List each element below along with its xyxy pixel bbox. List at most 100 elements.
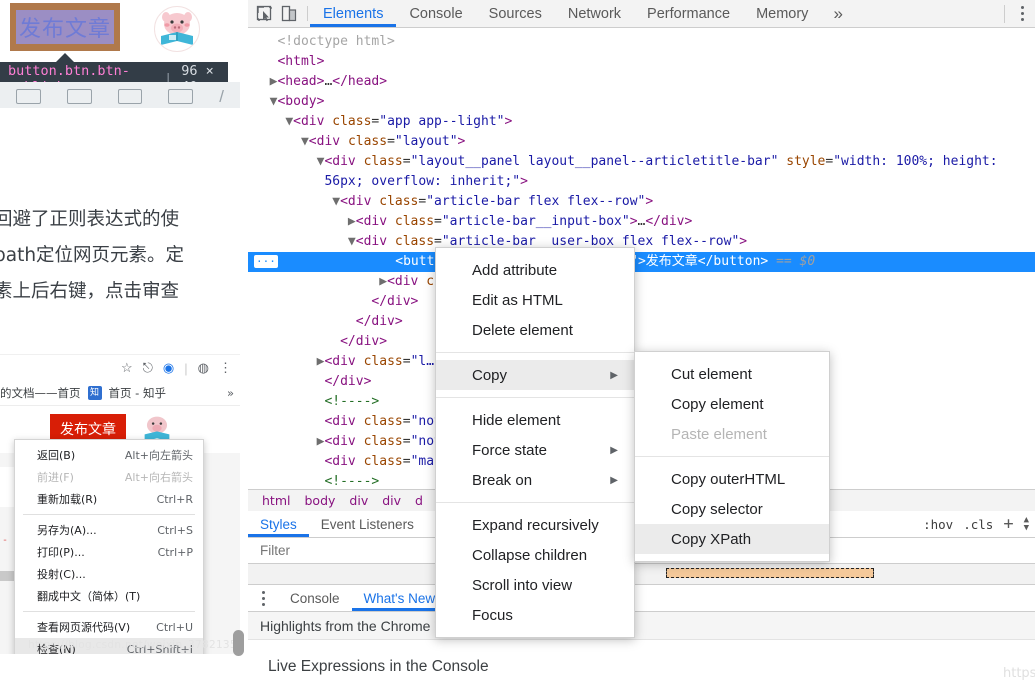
tab-event-listeners[interactable]: Event Listeners [309, 511, 426, 537]
article-line-1: 回避了正则表达式的使 [0, 209, 180, 230]
more-tabs-icon[interactable]: » [821, 0, 854, 27]
menu-item-scroll-into-view[interactable]: Scroll into view [436, 570, 634, 600]
drawer-kebab-menu-icon[interactable] [248, 585, 278, 611]
splitter-drag-handle[interactable] [233, 630, 244, 656]
star-icon[interactable]: ☆ [121, 360, 133, 376]
inspect-element-icon[interactable] [256, 5, 273, 22]
pane-splitter[interactable] [240, 0, 248, 694]
bookmark-item-1[interactable]: 首页 - 知乎 [109, 385, 166, 401]
dom-node[interactable]: ▶<div class="…">…</div> [248, 272, 1035, 292]
devtools-tabbar-right [1000, 0, 1035, 27]
devtools-context-menu[interactable]: Add attribute Edit as HTML Delete element C… [435, 247, 635, 638]
devtools-tab-performance[interactable]: Performance [634, 0, 743, 27]
breadcrumb-item[interactable]: div [382, 493, 401, 508]
dom-node[interactable]: ▼<div class="app app--light"> [248, 112, 1035, 132]
dom-node[interactable]: </div> [248, 332, 1035, 352]
menu-item-label: Copy outerHTML [671, 470, 786, 488]
menu-item-add-attribute[interactable]: Add attribute [436, 255, 634, 285]
dom-node[interactable]: ▶<div class="article-bar__input-box">…</… [248, 212, 1035, 232]
dom-node[interactable]: 56px; overflow: inherit;"> [248, 172, 1035, 192]
menu-item-force-state[interactable]: Force state ▶ [436, 435, 634, 465]
device-toolbar-icon[interactable] [281, 5, 297, 22]
submenu-arrow-icon: ▶ [610, 369, 618, 381]
profile-icon[interactable]: ◍ [198, 360, 209, 376]
droplet-icon[interactable]: ◉ [163, 360, 174, 376]
menu-item-break-on[interactable]: Break on ▶ [436, 465, 634, 495]
devtools-copy-submenu[interactable]: Cut element Copy element Paste element Copy… [634, 351, 830, 562]
menu-item-label: Hide element [472, 411, 561, 429]
dom-node[interactable]: ▼<body> [248, 92, 1035, 112]
extension-icon[interactable]: ⎋ [143, 360, 153, 376]
publish-button-label: 发布文章 [15, 10, 114, 44]
breadcrumb-item[interactable]: body [304, 493, 335, 508]
chrome-menu-item[interactable]: 另存为(A)... Ctrl+S [15, 519, 203, 541]
embedded-bookmarks-bar: 的文档——首页 知 首页 - 知乎 » [0, 381, 240, 405]
dom-node[interactable]: </div> [248, 292, 1035, 312]
chrome-menu-item[interactable]: 重新加载(R) Ctrl+R [15, 488, 203, 510]
menu-item-edit-as-html[interactable]: Edit as HTML [436, 285, 634, 315]
dom-node[interactable]: ▼<div class="layout"> [248, 132, 1035, 152]
devtools-tab-network[interactable]: Network [555, 0, 634, 27]
menu-item-label: Focus [472, 606, 513, 624]
menu-item-expand-recursively[interactable]: Expand recursively [436, 510, 634, 540]
drawer-tab-console[interactable]: Console [278, 585, 352, 611]
page-watermark: https://blog.csdn.net/weixin_37821356 [1003, 666, 1035, 681]
devtools-tab-console[interactable]: Console [396, 0, 475, 27]
menu-item-copy-outerhtml[interactable]: Copy outerHTML [635, 464, 829, 494]
dom-node[interactable]: ▼<div class="article-bar__user-box flex … [248, 232, 1035, 252]
menu-item-hide-element[interactable]: Hide element [436, 405, 634, 435]
chrome-menu-item-label: 投射(C)... [37, 568, 86, 581]
menu-separator [436, 397, 634, 398]
menu-item-copy-selector[interactable]: Copy selector [635, 494, 829, 524]
chrome-page-context-menu[interactable]: 返回(B) Alt+向左箭头 前进(F) Alt+向右箭头 重新加载(R) Ctrl+R 另… [14, 439, 204, 654]
computed-spinner[interactable]: ▲ ▼ [1024, 516, 1029, 533]
devtools-tab-sources[interactable]: Sources [476, 0, 555, 27]
dom-node[interactable]: <html> [248, 52, 1035, 72]
menu-item-copy[interactable]: Copy ▶ [436, 360, 634, 390]
devtools-tab-list: Elements Console Sources Network Performance… [310, 0, 821, 27]
menu-item-copy-element[interactable]: Copy element [635, 389, 829, 419]
dom-node[interactable]: ▶<head>…</head> [248, 72, 1035, 92]
menu-item-copy-xpath[interactable]: Copy XPath [635, 524, 829, 554]
chrome-menu-item[interactable]: 翻成中文（简体）(T) [15, 585, 203, 607]
breadcrumb-item[interactable]: html [262, 493, 290, 508]
dom-node[interactable]: ▼<div class="article-bar flex flex--row"… [248, 192, 1035, 212]
breadcrumb-item[interactable]: d [415, 493, 423, 508]
hov-button[interactable]: :hov [923, 517, 953, 532]
menu-separator [635, 456, 829, 457]
chrome-menu-item[interactable]: 投射(C)... [15, 563, 203, 585]
menu-item-cut-element[interactable]: Cut element [635, 359, 829, 389]
bookmark-item-0[interactable]: 的文档——首页 [0, 385, 81, 401]
devtools-tab-elements[interactable]: Elements [310, 0, 396, 27]
chrome-menu-item-label: 重新加载(R) [37, 493, 98, 506]
dom-node-selected[interactable]: ··· <button class="btn btn-publish">发布文章… [248, 252, 1035, 272]
dom-node[interactable]: ▼<div class="layout__panel layout__panel… [248, 152, 1035, 172]
breadcrumb-item[interactable]: div [349, 493, 368, 508]
dom-node[interactable]: <!doctype html> [248, 32, 1035, 52]
avatar[interactable] [154, 6, 200, 52]
devtools-kebab-menu-icon[interactable] [1009, 6, 1035, 21]
chrome-menu-item[interactable]: 返回(B) Alt+向左箭头 [15, 444, 203, 466]
publish-button-highlighted[interactable]: 发布文章 [10, 3, 120, 51]
toolbar-icon-2[interactable] [66, 89, 92, 104]
menu-item-label: Break on [472, 471, 533, 489]
bookmarks-overflow-icon[interactable]: » [227, 386, 240, 400]
tab-styles[interactable]: Styles [248, 511, 309, 537]
chrome-menu-item[interactable]: 打印(P)... Ctrl+P [15, 541, 203, 563]
toolbar-icon-4[interactable] [168, 89, 194, 104]
devtools-tab-memory[interactable]: Memory [743, 0, 821, 27]
drawer-tabbar: Console What's New [248, 584, 1035, 612]
devtools-tabbar: Elements Console Sources Network Performance… [248, 0, 1035, 28]
menu-item-collapse-children[interactable]: Collapse children [436, 540, 634, 570]
menu-item-label: Expand recursively [472, 516, 599, 534]
chrome-menu-icon[interactable]: ⋮ [219, 360, 232, 376]
toolbar-icon-1[interactable] [16, 89, 41, 104]
drawer-tab-whats-new[interactable]: What's New [352, 585, 448, 611]
dom-node[interactable]: </div> [248, 312, 1035, 332]
cls-button[interactable]: .cls [963, 517, 993, 532]
menu-item-focus[interactable]: Focus [436, 600, 634, 630]
new-style-rule-button[interactable]: + [1003, 514, 1013, 534]
chrome-menu-item[interactable]: 查看网页源代码(V) Ctrl+U [15, 616, 203, 638]
menu-item-delete-element[interactable]: Delete element [436, 315, 634, 345]
toolbar-icon-3[interactable] [117, 89, 143, 104]
